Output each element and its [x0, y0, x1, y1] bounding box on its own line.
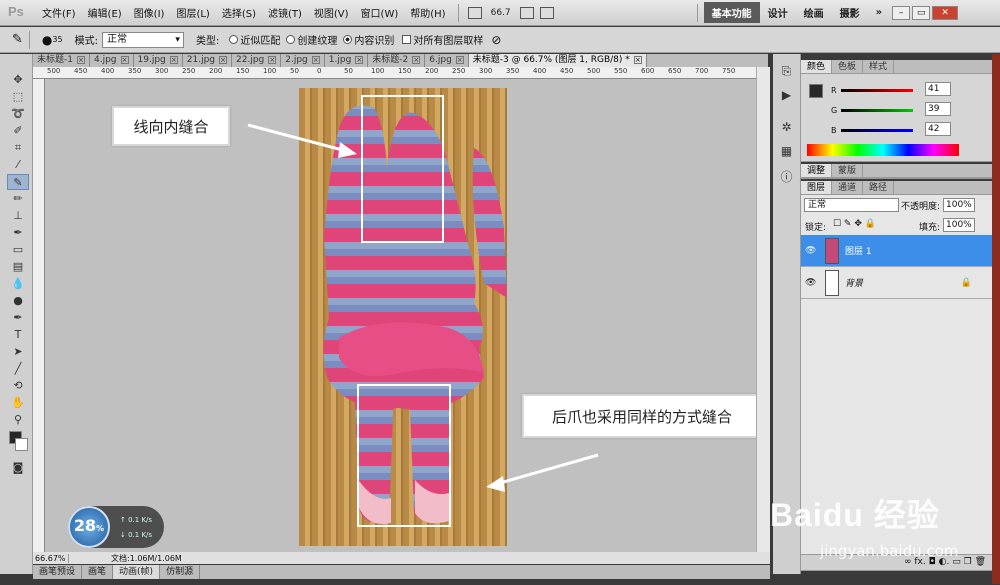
layer-row[interactable]: 👁 背景 🔒 [801, 267, 992, 299]
eye-icon[interactable]: 👁 [805, 246, 819, 256]
info-icon[interactable]: ⓘ [779, 168, 795, 184]
tab-adjustments[interactable]: 调整 [801, 164, 833, 177]
history-icon[interactable]: ⎘ [779, 64, 795, 78]
layer-row[interactable]: 👁 图层 1 [801, 235, 992, 267]
b-label: B [831, 125, 837, 135]
download-speed: ↓ 0.1 K/s [120, 531, 153, 539]
vertical-scrollbar[interactable] [756, 67, 770, 552]
network-speed-widget[interactable]: 28% ↑ 0.1 K/s ↓ 0.1 K/s [68, 506, 164, 548]
b-value-input[interactable]: 42 [925, 122, 951, 136]
color-spectrum[interactable] [807, 144, 959, 156]
tab-brush[interactable]: 画笔 [82, 565, 114, 579]
arrow-head-bottom [486, 476, 505, 492]
navigator-icon[interactable]: ✲ [779, 120, 795, 134]
baidu-watermark: Baidu 经验 jingyan.baidu.com [770, 490, 1000, 585]
callout-sew-inward: 线向内缝合 [112, 106, 230, 146]
tab-paths[interactable]: 路径 [863, 181, 895, 194]
blend-mode-select[interactable]: 正常 [804, 198, 899, 212]
opacity-label: 不透明度: [901, 202, 941, 212]
g-slider[interactable] [841, 108, 914, 112]
status-bar: 66.67% 文档:1.06M/1.06M [33, 552, 770, 564]
lock-label: 锁定: [805, 223, 827, 233]
arrow-line-bottom [492, 453, 599, 487]
watermark-logo: Baidu 经验 [770, 497, 940, 533]
r-value-input[interactable]: 41 [925, 82, 951, 96]
foreground-color-swatch[interactable] [809, 84, 823, 98]
actions-icon[interactable]: ▶ [779, 88, 795, 102]
tab-channels[interactable]: 通道 [832, 181, 864, 194]
upload-speed: ↑ 0.1 K/s [120, 516, 153, 524]
b-slider[interactable] [840, 128, 913, 132]
tab-styles[interactable]: 样式 [863, 60, 895, 73]
histogram-icon[interactable]: ▦ [779, 144, 795, 158]
fill-input[interactable]: 100% [943, 218, 975, 232]
tab-color[interactable]: 颜色 [801, 60, 833, 73]
layer-thumbnail [825, 269, 839, 296]
opacity-input[interactable]: 100% [943, 198, 975, 212]
arrow-line-top [247, 123, 351, 154]
g-label: G [831, 105, 838, 115]
layer-name: 背景 [845, 279, 864, 289]
callout-back-paws: 后爪也采用同样的方式缝合 [522, 394, 762, 438]
eye-icon[interactable]: 👁 [805, 278, 819, 288]
layer-name: 图层 1 [845, 247, 872, 257]
tab-clone-source[interactable]: 仿制源 [160, 565, 201, 579]
tab-swatches[interactable]: 色板 [832, 60, 864, 73]
status-doc-size[interactable]: 文档:1.06M/1.06M [69, 553, 182, 564]
r-label: R [831, 85, 837, 95]
bottom-panel-tabs: 画笔预设 画笔 动画(帧) 仿制源 [33, 565, 770, 579]
arrow-head-top [338, 142, 357, 158]
fill-label: 填充: [919, 223, 941, 233]
color-panel: 颜色 色板 样式 R 41 G 39 B 42 [801, 60, 992, 162]
tab-layers[interactable]: 图层 [801, 181, 833, 194]
watermark-url: jingyan.baidu.com [820, 542, 959, 560]
tab-masks[interactable]: 蒙版 [832, 164, 864, 177]
r-slider[interactable] [840, 88, 913, 92]
lock-icon: 🔒 [960, 277, 972, 288]
speed-ball: 28% [68, 506, 110, 548]
adjustments-panel: 调整 蒙版 [801, 164, 992, 179]
g-value-input[interactable]: 39 [925, 102, 951, 116]
tab-animation[interactable]: 动画(帧) [113, 565, 161, 579]
status-zoom[interactable]: 66.67% [33, 553, 69, 563]
layer-thumbnail [825, 237, 839, 264]
tab-brush-presets[interactable]: 画笔预设 [33, 565, 83, 579]
lock-icons[interactable]: ☐ ✎ ✥ 🔒 [833, 219, 876, 229]
